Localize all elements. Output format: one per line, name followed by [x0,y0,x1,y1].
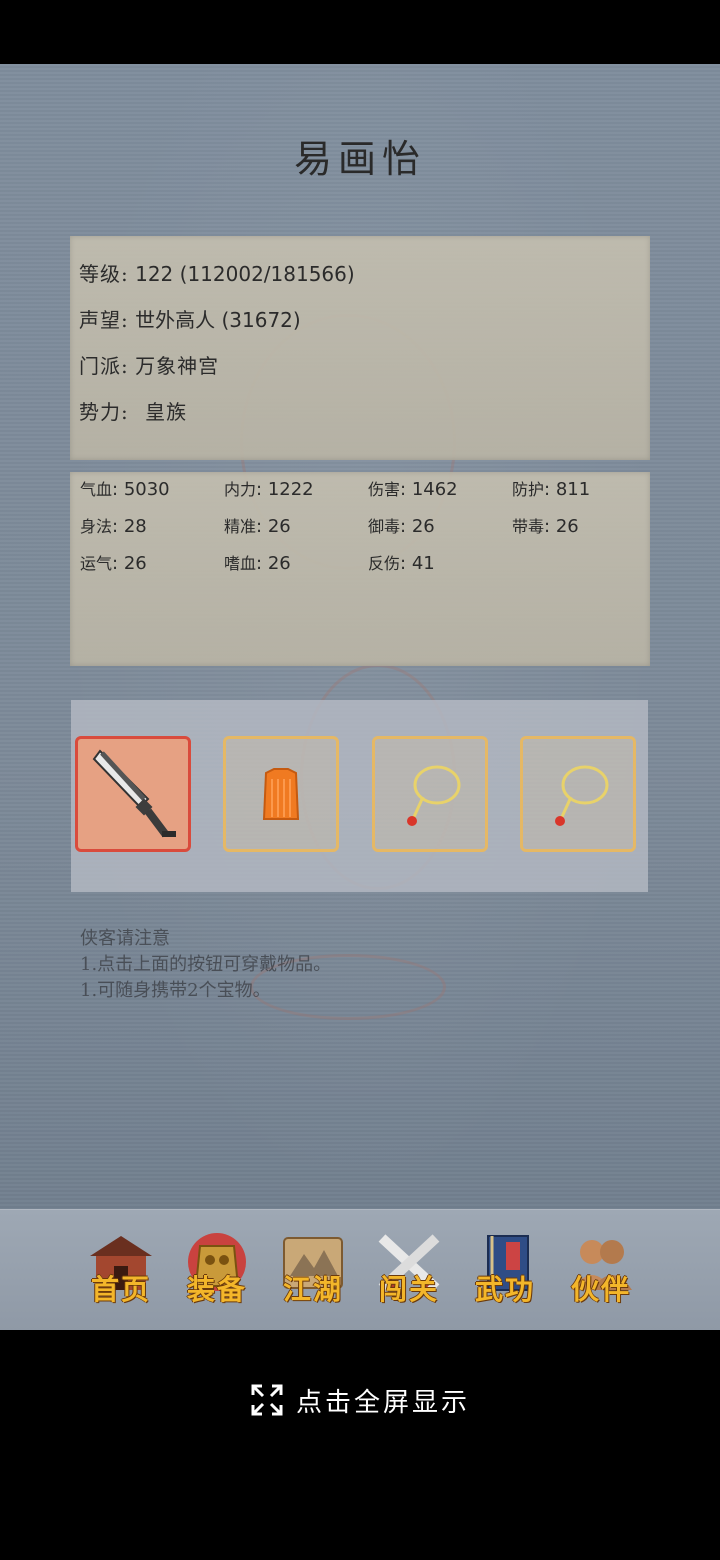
character-name: 易画怡 [293,137,426,181]
stat-item: 伤害: 1462 [368,479,458,500]
stat-item: 御毒: 26 [368,516,435,537]
stat-item: 内力: 1222 [224,479,314,500]
nav-item-martial-arts[interactable]: 武功 [460,1224,550,1314]
nav-item-companions[interactable]: 伙伴 [556,1224,646,1314]
stat-item: 气血: 5030 [80,479,170,500]
equipment-panel [71,700,648,892]
sect-row: 门派: 万象神宫 [79,350,219,379]
orange-vest-icon [262,768,300,820]
expand-icon [251,1384,283,1416]
equipment-slot-weapon[interactable] [75,736,191,852]
reputation-label: 声望: [79,308,129,332]
reputation-value: 世外高人 (31672) [135,308,301,332]
nav-item-challenge[interactable]: 闯关 [364,1224,454,1314]
stat-item: 嗜血: 26 [224,553,291,574]
nav-item-equipment[interactable]: 装备 [172,1224,262,1314]
equipment-slot-armor[interactable] [223,736,339,852]
sect-label: 门派: [79,354,129,378]
equipment-slot-treasure-1[interactable] [372,736,488,852]
nav-label-home: 首页 [90,1273,151,1306]
equipment-slot-treasure-2[interactable] [520,736,636,852]
notice-line: 1.点击上面的按钮可穿戴物品。 [80,954,332,975]
stat-item: 精准: 26 [224,516,291,537]
nav-label-companions: 伙伴 [570,1273,631,1306]
nav-label-jianghu: 江湖 [282,1273,343,1306]
stat-item: 反伤: 41 [368,553,435,574]
nav-item-home[interactable]: 首页 [76,1224,166,1314]
nav-label-martial-arts: 武功 [474,1273,535,1306]
level-row: 等级: 122 (112002/181566) [79,258,355,287]
nav-label-challenge: 闯关 [378,1273,439,1306]
attributes-panel: 气血: 5030 内力: 1222 伤害: 1462 防护: 811 身法: 2… [70,472,650,666]
stat-item: 运气: 26 [80,553,147,574]
faction-row: 势力: 皇族 [79,396,187,425]
stat-item: 身法: 28 [80,516,147,537]
nav-label-equipment: 装备 [186,1273,247,1306]
fullscreen-label: 点击全屏显示 [295,1387,470,1418]
fullscreen-button[interactable]: 点击全屏显示 [0,1380,720,1420]
game-screen: 易画怡 等级: 122 (112002/181566) 声望: 世外高人 (31… [0,64,720,1330]
level-value: 122 (112002/181566) [135,262,355,286]
stat-item: 带毒: 26 [512,516,579,537]
character-info-panel: 等级: 122 (112002/181566) 声望: 世外高人 (31672)… [70,236,650,460]
reputation-row: 声望: 世外高人 (31672) [79,304,301,333]
bottom-navigation: 首页 装备 江湖 闯关 武功 伙伴 [0,1209,720,1330]
sect-value: 万象神宫 [135,354,220,378]
level-label: 等级: [79,262,129,286]
notice-title: 侠客请注意 [80,928,170,949]
notice-line: 1.可随身携带2个宝物。 [80,980,271,1001]
jade-pendant-icon [555,765,609,826]
broad-sword-icon [92,749,176,838]
faction-label: 势力: [79,400,129,424]
jade-pendant-icon [407,765,461,826]
nav-item-jianghu[interactable]: 江湖 [268,1224,358,1314]
stat-item: 防护: 811 [512,479,591,500]
faction-value: 皇族 [145,400,188,424]
